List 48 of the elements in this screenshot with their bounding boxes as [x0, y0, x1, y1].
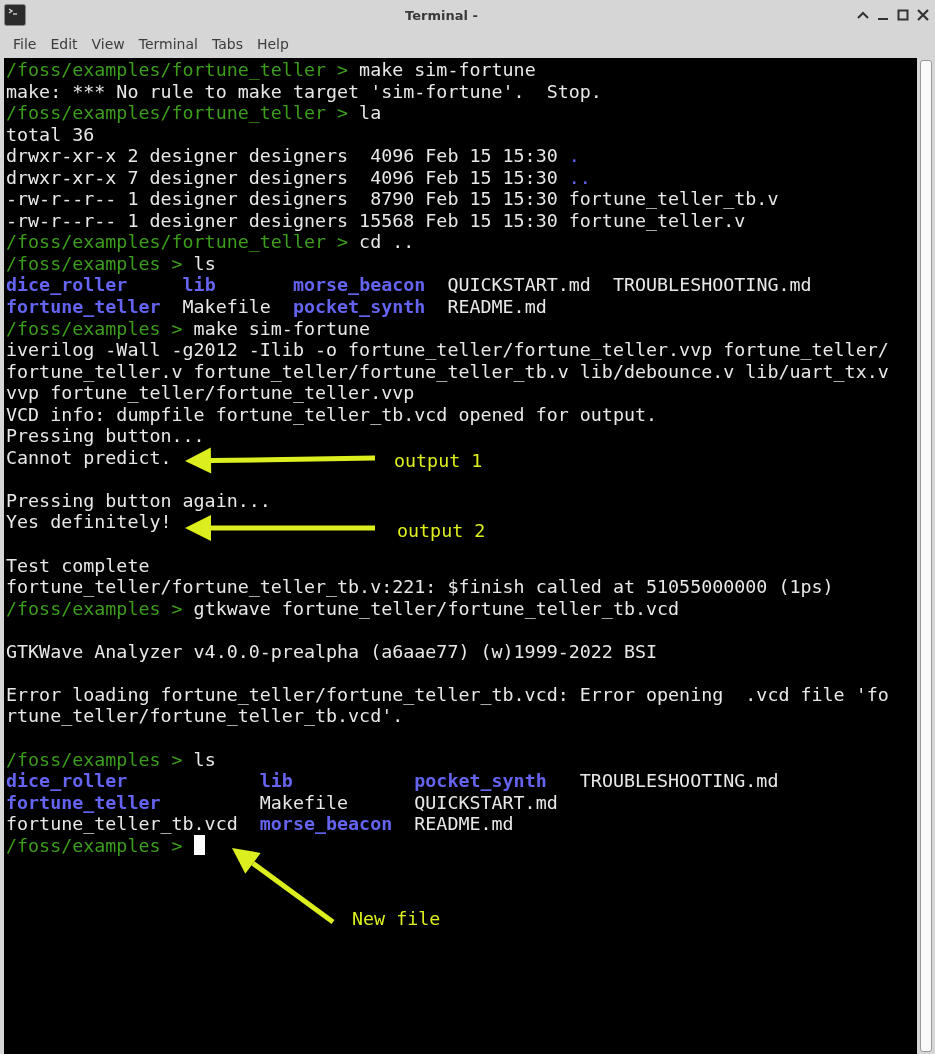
terminal-line: fortune_teller/fortune_teller_tb.v:221: $finish called at 51055000000 (1ps) [6, 576, 834, 598]
window-title: Terminal - [404, 7, 479, 23]
terminal-line: Error loading fortune_teller/fortune_teller_tb.vcd: Error opening .vcd file 'fo [6, 683, 889, 706]
terminal-line: Pressing button... [6, 425, 205, 447]
terminal-line: dice_roller lib morse_beacon QUICKSTART.md TROUBLESHOOTING.md [6, 274, 812, 297]
menu-item[interactable]: Help [249, 34, 296, 54]
menu-item[interactable]: File [6, 34, 44, 54]
terminal-line: Yes definitely! [6, 511, 172, 534]
terminal-line: VCD info: dumpfile fortune_teller_tb.vcd opened for output. [6, 403, 658, 426]
menu-item[interactable]: View [84, 34, 132, 54]
scrollbar-thumb[interactable] [920, 60, 932, 1052]
terminal-line: /foss/examples > ls [6, 252, 216, 275]
terminal-line: make: *** No rule to make target 'sim-fortune'. Stop. [6, 80, 602, 103]
command-prompt: /foss/examples > [6, 834, 184, 857]
text-cursor [193, 835, 205, 856]
terminal-line: -rw-r--r-- 1 designer designers 8790 Feb 15 15:30 fortune_teller_tb.v [6, 188, 779, 210]
terminal-line: vvp fortune_teller/fortune_teller.vvp [6, 382, 415, 404]
close-icon[interactable] [917, 9, 929, 21]
terminal-icon [4, 4, 26, 26]
terminal-line: dice_roller lib pocket_synth TROUBLESHOOTING.md [6, 770, 779, 792]
menu-item[interactable]: Terminal [131, 34, 205, 54]
terminal-line: GTKWave Analyzer v4.0.0-prealpha (a6aae77) (w)1999-2022 BSI [6, 640, 658, 663]
terminal-line: /foss/examples > gtkwave fortune_teller/fortune_teller_tb.vcd [6, 597, 680, 620]
terminal-line: fortune_teller Makefile pocket_synth README.md [6, 296, 547, 318]
terminal-line: fortune_teller_tb.vcd morse_beacon README.md [6, 813, 514, 835]
maximize-up-icon[interactable] [857, 11, 869, 19]
annotation-label: New file [352, 908, 441, 930]
terminal-line: drwxr-xr-x 7 designer designers 4096 Feb 15 15:30 .. [6, 166, 591, 189]
terminal-line: drwxr-xr-x 2 designer designers 4096 Feb 15 15:30 . [6, 145, 580, 167]
terminal-line: /foss/examples > make sim-fortune [6, 317, 371, 340]
terminal-line: -rw-r--r-- 1 designer designers 15568 Feb 15 15:30 fortune_teller.v [6, 209, 746, 232]
terminal-line: /foss/examples > ls [6, 748, 216, 771]
terminal-line: fortune_teller Makefile QUICKSTART.md [6, 791, 558, 814]
annotation-label: output 2 [397, 520, 486, 542]
terminal-line: /foss/examples/fortune_teller > cd .. [6, 231, 415, 253]
terminal-line: iverilog -Wall -g2012 -Ilib -o fortune_teller/fortune_teller.vvp fortune_teller/ [6, 339, 889, 361]
terminal-line: Cannot predict. [6, 446, 172, 469]
terminal-line: fortune_teller.v fortune_teller/fortune_teller_tb.v lib/debounce.v lib/uart_tx.v [6, 360, 889, 383]
menu-item[interactable]: Tabs [204, 34, 250, 54]
menu-item[interactable]: Edit [43, 34, 85, 54]
maximize-icon[interactable] [897, 9, 909, 21]
terminal-line: rtune_teller/fortune_teller_tb.vcd'. [6, 705, 404, 727]
terminal-line: total 36 [6, 123, 95, 146]
annotation-label: output 1 [394, 450, 483, 472]
terminal-line: Test complete [6, 554, 150, 577]
terminal-line: /foss/examples/fortune_teller > make sim-fortune [6, 59, 536, 81]
terminal-line: Pressing button again... [6, 489, 271, 512]
terminal-line: /foss/examples/fortune_teller > la [6, 102, 382, 124]
